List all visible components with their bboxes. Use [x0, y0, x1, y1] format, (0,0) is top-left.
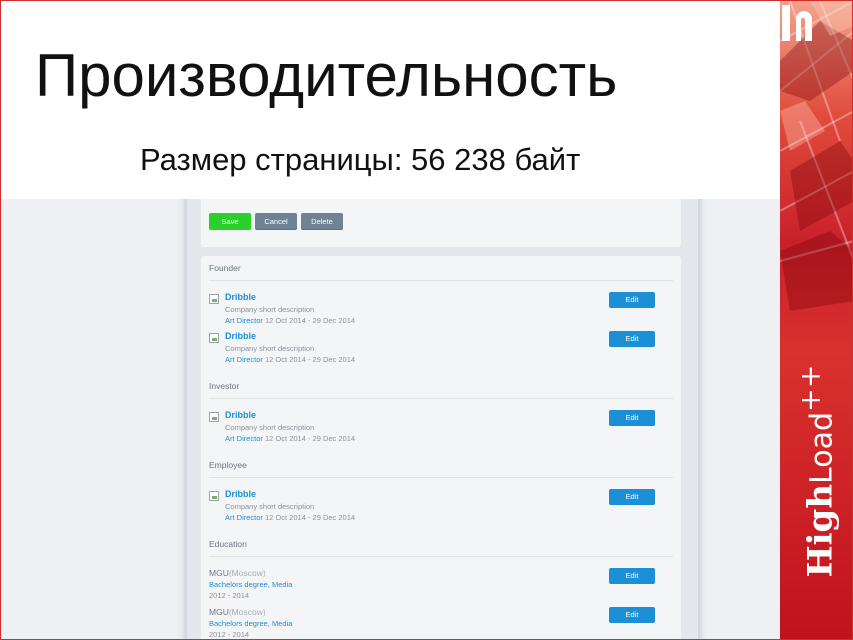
education-item: MGU(Moscow) Bachelors degree, Media 2012…: [209, 568, 669, 604]
edit-button[interactable]: Edit: [609, 292, 655, 308]
company-description: Company short description: [225, 305, 315, 314]
highload-logo-icon: [782, 5, 812, 41]
section-title-education: Education: [209, 539, 247, 549]
school-title: MGU: [209, 568, 229, 578]
date-range: 12 Oct 2014 - 29 Dec 2014: [265, 513, 356, 522]
company-name-link[interactable]: Dribble: [225, 410, 256, 420]
company-description: Company short description: [225, 502, 315, 511]
edit-button[interactable]: Edit: [609, 607, 655, 623]
school-city: (Moscow): [228, 607, 266, 617]
date-range: 12 Oct 2014 - 29 Dec 2014: [265, 434, 356, 443]
profile-page-frame: Save Cancel Delete Founder Dribble Compa…: [187, 199, 698, 639]
logo-word-light: Load: [804, 411, 840, 484]
section-title-employee: Employee: [209, 460, 247, 470]
list-item: Dribble Company short description Art Di…: [209, 292, 669, 328]
presentation-slide: Save Cancel Delete Founder Dribble Compa…: [0, 0, 853, 640]
divider: [209, 556, 673, 557]
list-item: Dribble Company short description Art Di…: [209, 410, 669, 446]
education-item: MGU(Moscow) Bachelors degree, Media 2012…: [209, 607, 669, 639]
edit-button[interactable]: Edit: [609, 568, 655, 584]
slide-title: Производительность: [35, 42, 618, 109]
list-item: Dribble Company short description Art Di…: [209, 331, 669, 367]
company-logo-image: [209, 333, 219, 343]
company-name-link[interactable]: Dribble: [225, 489, 256, 499]
divider: [209, 280, 673, 281]
section-title-founder: Founder: [209, 263, 241, 273]
role-link[interactable]: Art Director: [225, 316, 263, 325]
section-title-investor: Investor: [209, 381, 240, 391]
divider: [209, 398, 673, 399]
school-name: MGU(Moscow): [209, 568, 266, 578]
logo-suffix: ++: [793, 364, 827, 412]
company-name-link[interactable]: Dribble: [225, 292, 256, 302]
slide-subtitle: Размер страницы: 56 238 байт: [140, 142, 581, 177]
degree-link[interactable]: Bachelors degree, Media: [209, 619, 292, 628]
edit-button[interactable]: Edit: [609, 489, 655, 505]
school-name: MGU(Moscow): [209, 607, 266, 617]
save-button[interactable]: Save: [209, 213, 251, 230]
screenshot-area: Save Cancel Delete Founder Dribble Compa…: [1, 199, 780, 639]
cancel-button[interactable]: Cancel: [255, 213, 297, 230]
company-logo-image: [209, 294, 219, 304]
study-years: 2012 - 2014: [209, 591, 250, 600]
role-link[interactable]: Art Director: [225, 434, 263, 443]
school-city: (Moscow): [228, 568, 266, 578]
delete-button[interactable]: Delete: [301, 213, 343, 230]
company-name-link[interactable]: Dribble: [225, 331, 256, 341]
logo-word-bold: High: [800, 483, 841, 578]
highload-logo-text: HighLoad++: [793, 365, 840, 578]
form-actions-card: Save Cancel Delete: [201, 199, 681, 247]
school-title: MGU: [209, 607, 229, 617]
degree-link[interactable]: Bachelors degree, Media: [209, 580, 292, 589]
edit-button[interactable]: Edit: [609, 410, 655, 426]
company-logo-image: [209, 412, 219, 422]
divider: [209, 477, 673, 478]
company-description: Company short description: [225, 423, 315, 432]
date-range: 12 Oct 2014 - 29 Dec 2014: [265, 355, 356, 364]
list-item: Dribble Company short description Art Di…: [209, 489, 669, 525]
company-description: Company short description: [225, 344, 315, 353]
edit-button[interactable]: Edit: [609, 331, 655, 347]
study-years: 2012 - 2014: [209, 630, 250, 639]
role-link[interactable]: Art Director: [225, 355, 263, 364]
company-logo-image: [209, 491, 219, 501]
brand-sidebar: HighLoad++: [780, 1, 852, 639]
slide-header: Производительность Размер страницы: 56 2…: [1, 1, 780, 199]
role-link[interactable]: Art Director: [225, 513, 263, 522]
experience-card: Founder Dribble Company short descriptio…: [201, 256, 681, 639]
date-range: 12 Oct 2014 - 29 Dec 2014: [265, 316, 356, 325]
